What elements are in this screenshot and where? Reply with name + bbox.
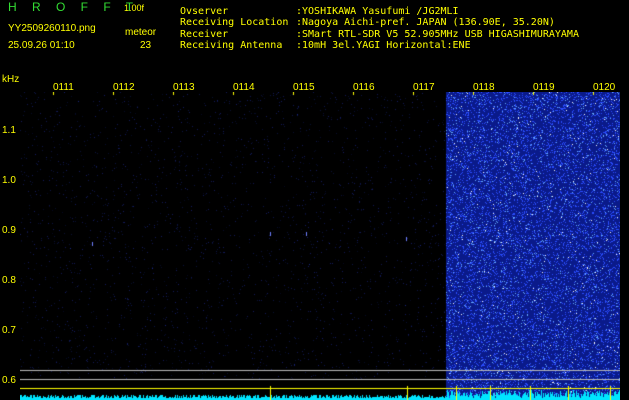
y-label-0-9: 0.9 — [2, 225, 16, 236]
spectrogram-canvas — [20, 92, 620, 400]
antenna-value: :10mH 3el.YAGI Horizontal:ENE — [296, 40, 471, 51]
y-label-1-0: 1.0 — [2, 175, 16, 186]
observer-label: Ovserver — [180, 6, 229, 17]
spectrogram-plot — [20, 92, 620, 400]
file-timestamp: 25.09.26 01:10 — [8, 40, 75, 51]
hroft-spectrogram-window: H R O F F T 1.00f YY2509260110.png meteo… — [0, 0, 629, 400]
observer-value: :YOSHIKAWA Yasufumi /JG2MLI — [296, 6, 459, 17]
location-label: Receiving Location — [180, 17, 289, 28]
app-version: 1.00f — [124, 3, 145, 13]
antenna-label: Receiving Antenna — [180, 40, 283, 51]
app-brand: H R O F F T — [8, 0, 140, 14]
axis-unit: kHz — [2, 74, 20, 85]
y-label-0-7: 0.7 — [2, 325, 16, 336]
meteor-label: meteor — [125, 27, 157, 38]
y-label-0-6: 0.6 — [2, 375, 16, 386]
receiver-label: Receiver — [180, 29, 229, 40]
receiver-value: :SMart RTL-SDR V5 52.905MHz USB HIGASHIM… — [296, 29, 579, 40]
file-name: YY2509260110.png — [8, 23, 96, 34]
meteor-count: 23 — [140, 40, 152, 51]
location-value: :Nagoya Aichi-pref. JAPAN (136.90E, 35.2… — [296, 17, 555, 28]
y-label-0-8: 0.8 — [2, 275, 16, 286]
y-label-1-1: 1.1 — [2, 125, 16, 136]
